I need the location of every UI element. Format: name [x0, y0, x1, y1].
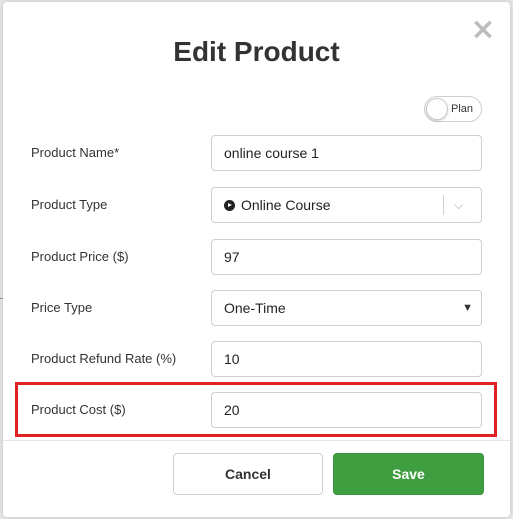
product-name-label: Product Name*: [31, 145, 120, 160]
price-type-value: One-Time: [224, 300, 286, 316]
product-price-row: Product Price ($): [3, 237, 510, 277]
edit-product-dialog: × Edit Product Plan Product Name* Produc…: [3, 2, 510, 517]
refund-rate-input[interactable]: [211, 341, 482, 377]
product-price-label: Product Price ($): [31, 249, 129, 264]
toggle-knob: [426, 98, 448, 120]
product-name-row: Product Name*: [3, 133, 510, 173]
chevron-down-icon: ▼: [462, 302, 473, 314]
product-type-row: Product Type Online Course ⌵: [3, 185, 510, 225]
select-separator: [443, 195, 444, 215]
refund-rate-row: Product Refund Rate (%): [3, 339, 510, 379]
product-type-label: Product Type: [31, 197, 108, 212]
dialog-title: Edit Product: [173, 36, 340, 67]
price-type-label: Price Type: [31, 300, 93, 315]
product-cost-highlight: [15, 382, 497, 437]
price-type-row: Price Type One-Time ▼: [3, 288, 510, 328]
product-type-value: Online Course: [241, 197, 331, 213]
play-circle-icon: [224, 200, 235, 211]
plan-toggle-label: Plan: [451, 103, 474, 115]
product-price-input[interactable]: [211, 239, 482, 275]
price-type-select[interactable]: One-Time ▼: [211, 290, 482, 326]
save-button[interactable]: Save: [333, 453, 484, 495]
refund-rate-label: Product Refund Rate (%): [31, 351, 177, 366]
chevron-down-icon: ⌵: [454, 198, 464, 212]
footer-divider: [3, 440, 510, 441]
cancel-button[interactable]: Cancel: [173, 453, 323, 495]
product-name-input[interactable]: [211, 135, 482, 171]
product-type-select[interactable]: Online Course ⌵: [211, 187, 482, 223]
plan-toggle[interactable]: Plan: [424, 96, 482, 122]
